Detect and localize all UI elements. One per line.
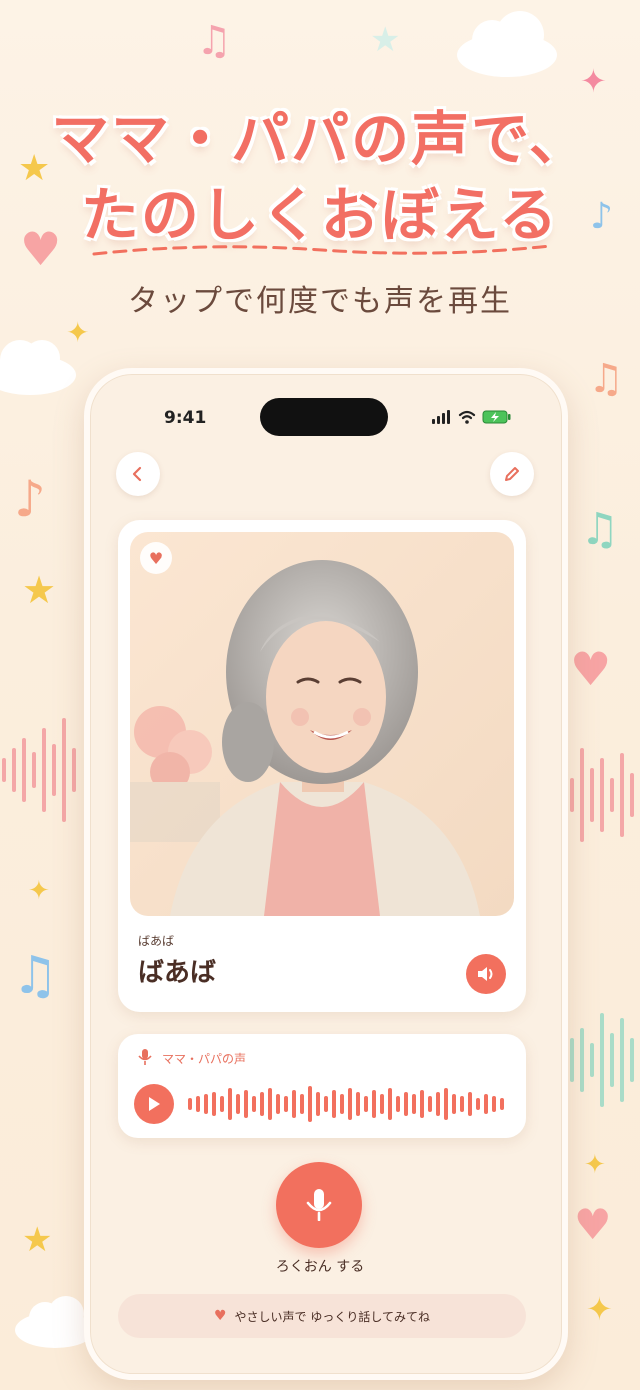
heart-icon: ♥ <box>574 1200 612 1249</box>
star-icon: ★ <box>22 1220 53 1260</box>
music-note-icon: ♫ <box>12 946 59 1006</box>
back-icon <box>132 466 142 482</box>
edit-button[interactable] <box>490 452 534 496</box>
headline-line-1: ママ・パパの声で、 <box>51 105 589 173</box>
subtitle: タップで何度でも声を再生 <box>128 284 512 319</box>
voice-card: ママ・パパの声 <box>118 1034 526 1138</box>
word-reading: ばあば <box>138 934 175 948</box>
play-icon <box>149 1097 160 1111</box>
music-note-icon: ♫ <box>580 504 620 555</box>
mic-icon <box>138 1049 152 1065</box>
record-button[interactable] <box>276 1162 362 1248</box>
star-icon: ★ <box>22 568 57 612</box>
star-icon: ✦ <box>28 876 50 906</box>
voice-label: ママ・パパの声 <box>162 1052 247 1066</box>
waveform-decoration <box>560 748 634 842</box>
phone-mockup: 9:41 ♥ ばあば ばあば ママ・パパの声 ろくおん する ♥ やさしい声で … <box>84 368 568 1380</box>
word-card: ♥ ばあば ばあば <box>118 520 526 1012</box>
speaker-icon <box>478 967 493 981</box>
waveform-decoration <box>560 1013 634 1107</box>
word-title: ばあば <box>138 958 217 988</box>
voice-waveform <box>188 1086 504 1122</box>
word-photo: ♥ <box>130 532 514 916</box>
music-note-icon: ♫ <box>196 18 232 64</box>
dynamic-island <box>260 398 388 436</box>
record-label: ろくおん する <box>275 1259 365 1275</box>
status-icons <box>432 410 512 424</box>
star-icon: ✦ <box>66 316 90 349</box>
heart-icon: ♥ <box>148 548 164 568</box>
music-note-icon: ♪ <box>14 470 46 528</box>
back-button[interactable] <box>116 452 160 496</box>
music-note-icon: ♫ <box>588 356 624 402</box>
status-time: 9:41 <box>164 408 207 428</box>
star-icon: ✦ <box>586 1290 613 1328</box>
dashed-underline <box>92 244 552 256</box>
favorite-button[interactable]: ♥ <box>140 542 172 574</box>
battery-icon <box>482 410 511 424</box>
star-icon: ★ <box>370 20 401 60</box>
play-button[interactable] <box>134 1084 174 1124</box>
heart-icon: ♥ <box>213 1308 227 1324</box>
edit-icon <box>505 467 519 481</box>
waveform-decoration <box>2 718 76 822</box>
tip-text: やさしい声で ゆっくり話してみてね <box>234 1309 431 1324</box>
grandmother-photo <box>130 532 514 916</box>
signal-icon <box>432 410 450 424</box>
star-icon: ✦ <box>584 1150 606 1180</box>
tip-banner: ♥ やさしい声で ゆっくり話してみてね <box>118 1294 526 1338</box>
heart-icon: ♥ <box>570 642 612 696</box>
cloud-icon <box>457 11 557 77</box>
app-store-screenshot: { "headline": { "line1": "ママ・パパの声で、", "l… <box>0 0 640 1390</box>
speaker-button[interactable] <box>466 954 506 994</box>
wifi-icon <box>458 410 476 424</box>
mic-icon <box>306 1189 332 1221</box>
